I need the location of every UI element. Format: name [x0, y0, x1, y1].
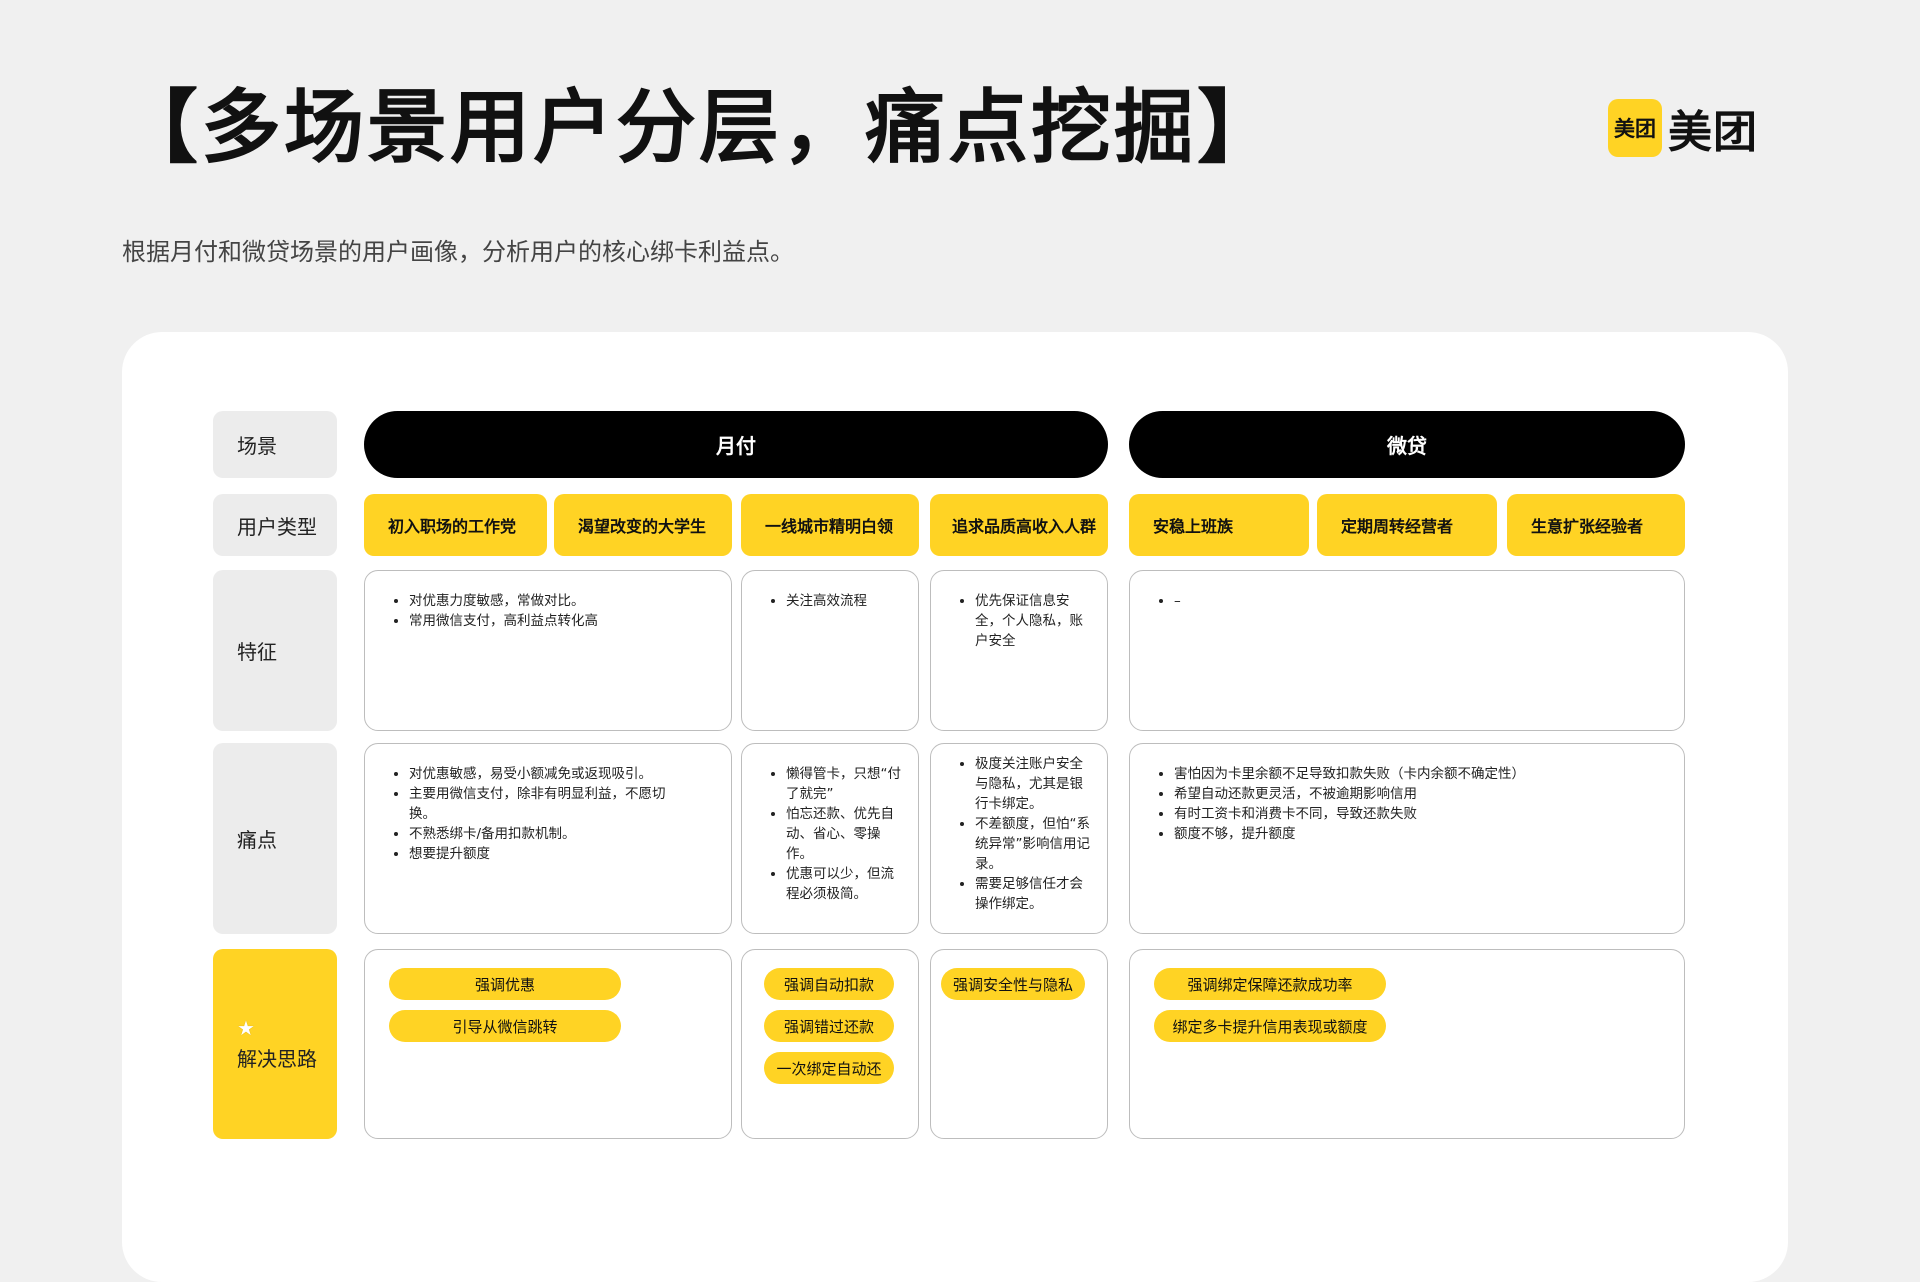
solution-tag: 强调优惠	[389, 968, 621, 1000]
bullet-item: 对优惠力度敏感，常做对比。	[409, 591, 715, 611]
row-label-user-type: 用户类型	[213, 494, 337, 556]
bullet-item: 极度关注账户安全与隐私，尤其是银行卡绑定。	[975, 754, 1091, 814]
features-cell-g3: 优先保证信息安全，个人隐私，账户安全	[930, 570, 1108, 731]
features-cell-g4: –	[1129, 570, 1685, 731]
scene-micro-loan: 微贷	[1129, 411, 1685, 478]
features-cell-g1: 对优惠力度敏感，常做对比。常用微信支付，高利益点转化高	[364, 570, 732, 731]
solution-cell-g1: 强调优惠引导从微信跳转	[364, 949, 732, 1139]
bullet-item: 对优惠敏感，易受小额减免或返现吸引。	[409, 764, 671, 784]
solution-cell-g4: 强调绑定保障还款成功率 绑定多卡提升信用表现或额度	[1129, 949, 1685, 1139]
bullet-item: 怕忘还款、优先自动、省心、零操作。	[786, 804, 902, 864]
bullet-item: 优惠可以少，但流程必须极简。	[786, 864, 902, 904]
solution-cell-g2: 强调自动扣款 强调错过还款 一次绑定自动还	[741, 949, 919, 1139]
user-type-expanding-business: 生意扩张经验者	[1507, 494, 1685, 556]
user-type-stable-employee: 安稳上班族	[1129, 494, 1309, 556]
row-label-pain-points: 痛点	[213, 743, 337, 934]
user-type-new-worker: 初入职场的工作党	[364, 494, 547, 556]
row-label-solutions-text: 解决思路	[237, 1046, 317, 1071]
bullet-item: 常用微信支付，高利益点转化高	[409, 611, 715, 631]
bullet-item: 不熟悉绑卡/备用扣款机制。	[409, 824, 671, 844]
bullet-item: 优先保证信息安全，个人隐私，账户安全	[975, 591, 1091, 651]
pain-cell-g3: 极度关注账户安全与隐私，尤其是银行卡绑定。不差额度，但怕“系统异常”影响信用记录…	[930, 743, 1108, 934]
scene-monthly-pay: 月付	[364, 411, 1108, 478]
bullet-item: 希望自动还款更灵活，不被逾期影响信用	[1174, 784, 1668, 804]
bullet-item: 想要提升额度	[409, 844, 671, 864]
user-type-student: 渴望改变的大学生	[554, 494, 732, 556]
solution-tag: 强调绑定保障还款成功率	[1154, 968, 1386, 1000]
persona-table-card: 场景 用户类型 特征 痛点 ★ 解决思路 月付 微贷 初入职场的工作党 渴望改变…	[122, 332, 1788, 1282]
logo-mark: 美团	[1608, 99, 1662, 157]
star-icon: ★	[237, 1015, 255, 1040]
solution-tag: 引导从微信跳转	[389, 1010, 621, 1042]
pain-cell-g1: 对优惠敏感，易受小额减免或返现吸引。主要用微信支付，除非有明显利益，不愿切换。不…	[364, 743, 732, 934]
bullet-item: 有时工资卡和消费卡不同，导致还款失败	[1174, 804, 1668, 824]
bullet-item: 害怕因为卡里余额不足导致扣款失败（卡内余额不确定性）	[1174, 764, 1668, 784]
bullet-item: 关注高效流程	[786, 591, 902, 611]
bullet-item: 不差额度，但怕“系统异常”影响信用记录。	[975, 814, 1091, 874]
user-type-tier1-white-collar: 一线城市精明白领	[741, 494, 919, 556]
solution-tag: 强调错过还款	[764, 1010, 894, 1042]
row-label-solutions: ★ 解决思路	[213, 949, 337, 1139]
user-type-high-income: 追求品质高收入人群	[930, 494, 1108, 556]
features-cell-g2: 关注高效流程	[741, 570, 919, 731]
solution-tag: 绑定多卡提升信用表现或额度	[1154, 1010, 1386, 1042]
page-subtitle: 根据月付和微贷场景的用户画像，分析用户的核心绑卡利益点。	[122, 238, 794, 266]
logo-text: 美团	[1668, 107, 1758, 158]
bullet-item: 主要用微信支付，除非有明显利益，不愿切换。	[409, 784, 671, 824]
bullet-item: 懒得管卡，只想“付了就完”	[786, 764, 902, 804]
solution-tag: 强调自动扣款	[764, 968, 894, 1000]
user-type-periodic-operator: 定期周转经营者	[1317, 494, 1497, 556]
bullet-item: 额度不够，提升额度	[1174, 824, 1668, 844]
page-title: 【多场景用户分层，痛点挖掘】	[118, 81, 1280, 174]
solution-tag: 强调安全性与隐私	[941, 968, 1085, 1000]
bullet-item: 需要足够信任才会操作绑定。	[975, 874, 1091, 914]
solution-tag: 一次绑定自动还	[764, 1052, 894, 1084]
bullet-item: –	[1174, 591, 1668, 611]
pain-cell-g4: 害怕因为卡里余额不足导致扣款失败（卡内余额不确定性）希望自动还款更灵活，不被逾期…	[1129, 743, 1685, 934]
row-label-scene: 场景	[213, 411, 337, 478]
solution-cell-g3: 强调安全性与隐私	[930, 949, 1108, 1139]
pain-cell-g2: 懒得管卡，只想“付了就完”怕忘还款、优先自动、省心、零操作。优惠可以少，但流程必…	[741, 743, 919, 934]
row-label-features: 特征	[213, 570, 337, 731]
meituan-logo: 美团 美团	[1608, 96, 1758, 160]
